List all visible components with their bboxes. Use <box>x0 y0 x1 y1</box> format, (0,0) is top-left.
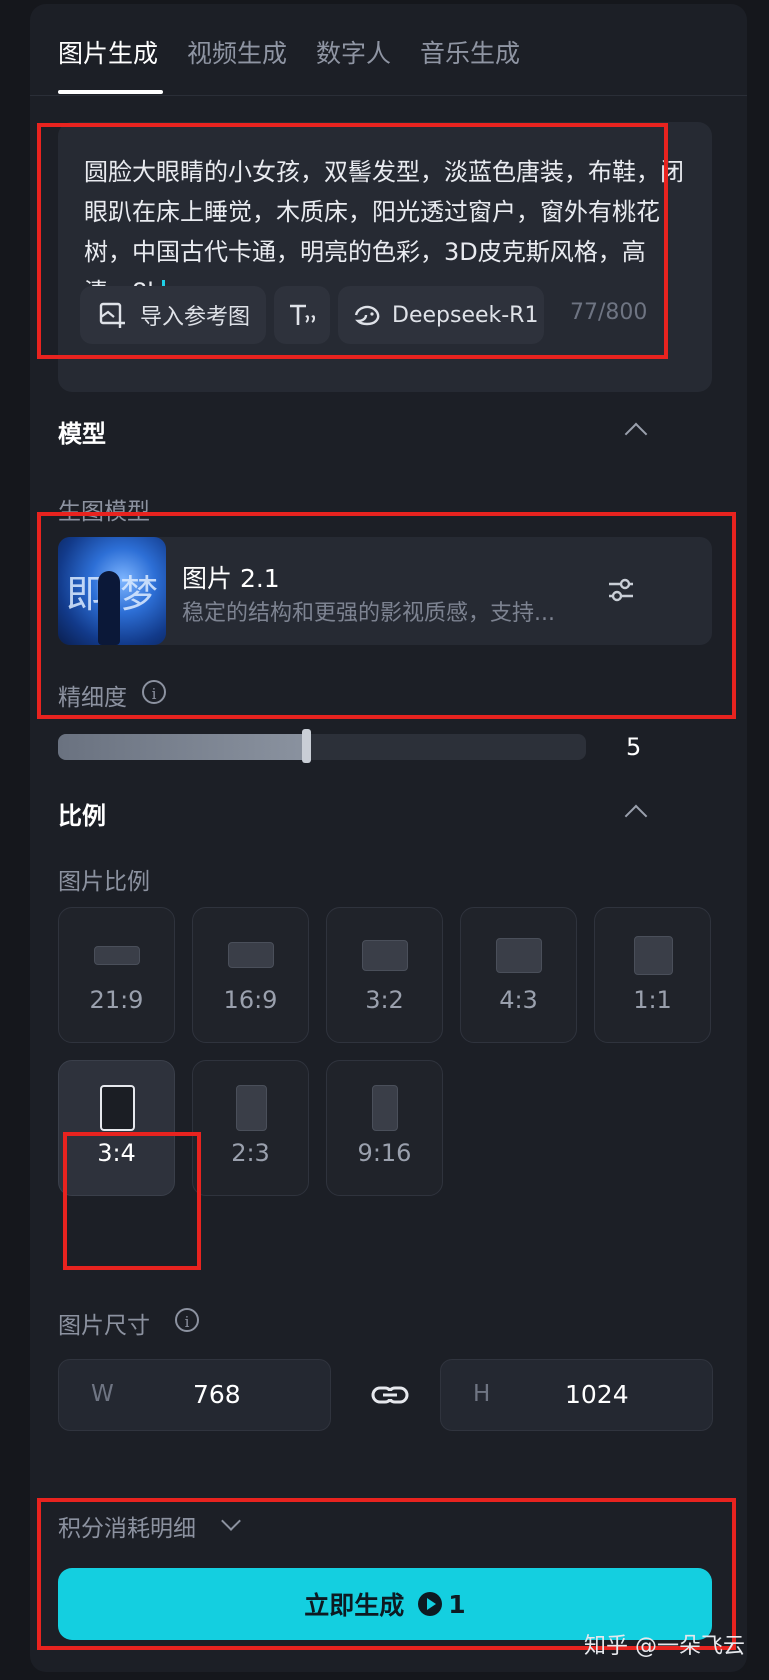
mode-tabs: 图片生成 视频生成 数字人 音乐生成 <box>30 4 747 96</box>
ratio-3-4-label: 3:4 <box>97 1139 136 1167</box>
chevron-down-icon[interactable] <box>221 1511 241 1531</box>
ratio-16-9-shape <box>228 942 274 968</box>
ratio-option-9-16[interactable]: 9:16 <box>326 1060 443 1196</box>
model-thumbnail: 即 梦 <box>58 537 166 645</box>
deepseek-model-button[interactable]: Deepseek-R1 <box>338 286 544 344</box>
image-model-label: 生图模型 <box>58 499 150 525</box>
prompt-box[interactable]: 圆脸大眼睛的小女孩，双髻发型，淡蓝色唐装，布鞋，闭眼趴在床上睡觉，木质床，阳光透… <box>58 122 712 392</box>
tab-digital-human[interactable]: 数字人 <box>316 34 391 70</box>
generation-panel: 图片生成 视频生成 数字人 音乐生成 圆脸大眼睛的小女孩，双髻发型，淡蓝色唐装，… <box>30 4 747 1672</box>
ratio-1-1-shape <box>634 936 673 975</box>
ratio-3-2-label: 3:2 <box>365 986 404 1014</box>
ratio-option-16-9[interactable]: 16:9 <box>192 907 309 1043</box>
prompt-input[interactable]: 圆脸大眼睛的小女孩，双髻发型，淡蓝色唐装，布鞋，闭眼趴在床上睡觉，木质床，阳光透… <box>84 152 684 286</box>
ratio-3-4-shape <box>100 1085 135 1131</box>
detail-label: 精细度 <box>58 685 127 711</box>
ratio-21-9-shape <box>94 946 140 965</box>
tab-image-generation[interactable]: 图片生成 <box>58 34 158 70</box>
ratio-3-2-shape <box>362 940 408 971</box>
detail-info-icon[interactable]: i <box>142 680 166 704</box>
detail-slider-fill <box>58 734 306 760</box>
height-value: 1024 <box>565 1380 629 1409</box>
link-icon[interactable] <box>370 1377 410 1413</box>
width-input[interactable]: W 768 <box>58 1359 331 1431</box>
detail-slider-handle[interactable] <box>302 729 311 763</box>
character-counter: 77/800 <box>570 300 648 325</box>
model-section-title: 模型 <box>58 420 106 448</box>
watermark-text: 知乎 @一朵飞云 <box>584 1634 745 1659</box>
model-name: 图片 2.1 <box>182 564 280 593</box>
width-value: 768 <box>193 1380 241 1409</box>
ratio-4-3-shape <box>496 938 542 973</box>
size-info-icon[interactable]: i <box>175 1308 199 1332</box>
ratio-9-16-shape <box>372 1085 398 1131</box>
credit-cost: 1 <box>448 1589 466 1619</box>
prompt-text: 圆脸大眼睛的小女孩，双髻发型，淡蓝色唐装，布鞋，闭眼趴在床上睡觉，木质床，阳光透… <box>84 158 684 286</box>
detail-slider-track[interactable] <box>58 734 586 760</box>
import-reference-button[interactable]: 导入参考图 <box>80 286 266 344</box>
detail-value: 5 <box>626 733 642 761</box>
thumbnail-figure <box>98 571 120 645</box>
ratio-2-3-shape <box>236 1085 267 1131</box>
ratio-option-3-4[interactable]: 3:4 <box>58 1060 175 1196</box>
collapse-ratio-icon[interactable] <box>624 804 648 828</box>
ratio-4-3-label: 4:3 <box>499 986 538 1014</box>
ratio-1-1-label: 1:1 <box>633 986 672 1014</box>
tab-video-generation[interactable]: 视频生成 <box>187 34 287 70</box>
ratio-option-1-1[interactable]: 1:1 <box>594 907 711 1043</box>
ratio-21-9-label: 21:9 <box>89 986 144 1014</box>
image-size-label: 图片尺寸 <box>58 1313 150 1339</box>
text-style-button[interactable] <box>274 286 330 344</box>
cost-details-toggle[interactable]: 积分消耗明细 <box>58 1509 196 1543</box>
import-reference-label: 导入参考图 <box>140 305 251 330</box>
ratio-option-3-2[interactable]: 3:2 <box>326 907 443 1043</box>
ratio-2-3-label: 2:3 <box>231 1139 270 1167</box>
thumbnail-char-2: 梦 <box>120 572 159 616</box>
sliders-icon[interactable] <box>606 575 636 605</box>
whale-icon <box>354 305 380 326</box>
height-prefix: H <box>473 1381 491 1407</box>
text-style-icon <box>290 304 316 325</box>
credit-badge: 1 <box>418 1589 466 1619</box>
generate-label: 立即生成 <box>304 1591 405 1620</box>
height-input[interactable]: H 1024 <box>440 1359 713 1431</box>
ratio-section-title: 比例 <box>58 802 106 830</box>
ratio-9-16-label: 9:16 <box>357 1139 412 1167</box>
cost-details-label: 积分消耗明细 <box>58 1516 196 1542</box>
deepseek-label: Deepseek-R1 <box>392 302 539 328</box>
width-prefix: W <box>91 1381 114 1407</box>
model-description: 稳定的结构和更强的影视质感，支持... <box>182 601 555 626</box>
ratio-option-21-9[interactable]: 21:9 <box>58 907 175 1043</box>
collapse-model-icon[interactable] <box>624 422 648 446</box>
active-tab-indicator <box>58 90 163 94</box>
credit-icon <box>418 1592 443 1616</box>
ratio-16-9-label: 16:9 <box>223 986 278 1014</box>
tab-music-generation[interactable]: 音乐生成 <box>420 34 520 70</box>
ratio-option-2-3[interactable]: 2:3 <box>192 1060 309 1196</box>
ratio-option-4-3[interactable]: 4:3 <box>460 907 577 1043</box>
image-add-icon <box>99 302 125 328</box>
model-selector-card[interactable]: 即 梦 图片 2.1 稳定的结构和更强的影视质感，支持... <box>58 537 712 645</box>
image-ratio-label: 图片比例 <box>58 869 150 895</box>
